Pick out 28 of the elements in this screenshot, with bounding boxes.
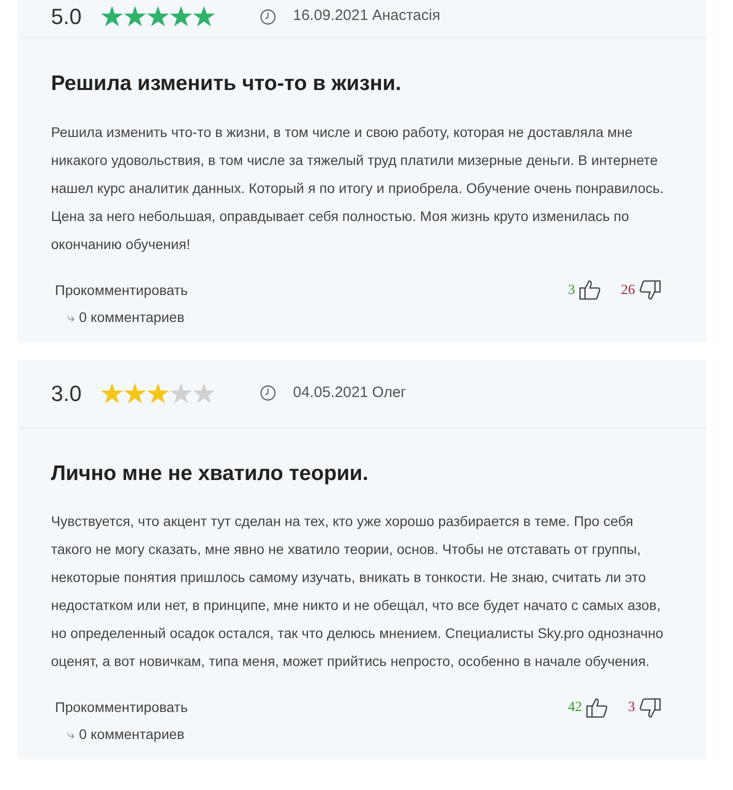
- review-date: 04.05.2021: [293, 382, 368, 403]
- like-count: 42: [568, 699, 582, 717]
- reply-arrow-icon: ⤷: [67, 724, 75, 745]
- rating-score: 3.0: [51, 380, 83, 408]
- rating-score: 5.0: [51, 3, 83, 31]
- star-icon: [170, 382, 192, 404]
- thumbs-up-icon[interactable]: [586, 698, 608, 718]
- review-text: Решила изменить что-то в жизни, в том числе и свою работу, которая не доставляла мне никакого удовольствия, в том числе за тяжелый труд платили мизерные деньги. В интернете нашел курс аналитик данных. Который я по итогу и приобрела. Обучение очень понравилось. Цена за него небольшая, оправдывает себя полностью. Моя жизнь круто изменилась по окончанию обучения!: [51, 122, 665, 254]
- like-count: 3: [568, 282, 575, 300]
- reply-arrow-icon: ⤷: [67, 306, 75, 328]
- review-author: Олег: [372, 382, 406, 403]
- review-author: Анастасія: [372, 6, 440, 26]
- clock-icon: [260, 8, 276, 24]
- dislike-count: 26: [621, 282, 635, 300]
- comment-link[interactable]: Прокомментировать: [55, 697, 188, 718]
- clock-icon: [260, 385, 276, 401]
- comment-count: 0 комментариев: [79, 725, 184, 744]
- review-text: Чувствуется, что акцент тут сделан на тех, кто уже хорошо разбирается в теме. Про себя такого не могу сказать, мне явно не хватило теории, основ. Чтобы не отставать от группы, некоторые понятия пришлось самому изучать, вникать в тонкости. Не знаю, считать ли это недостатком или нет, в принципе, мне никто и не обещал, что все будет начато с самых азов, но определенный осадок остался, так что делюсь мнением. Специалисты Sky.pro однозначно оценят, а вот новичкам, типа меня, может прийтись непросто, особенно в начале обучения.: [51, 512, 664, 671]
- thumbs-down-icon[interactable]: [639, 280, 661, 300]
- review-title: Решила изменить что-то в жизни.: [51, 71, 402, 97]
- thumbs-up-icon[interactable]: [579, 280, 601, 300]
- review-title: Лично мне не хватило теории.: [51, 460, 370, 486]
- review-date: 16.09.2021: [293, 6, 368, 26]
- dislike-count: 3: [628, 699, 635, 717]
- thumbs-down-icon[interactable]: [639, 698, 661, 718]
- comment-link[interactable]: Прокомментировать: [55, 280, 188, 300]
- star-icon: [193, 382, 215, 404]
- comment-count: 0 комментариев: [79, 308, 184, 327]
